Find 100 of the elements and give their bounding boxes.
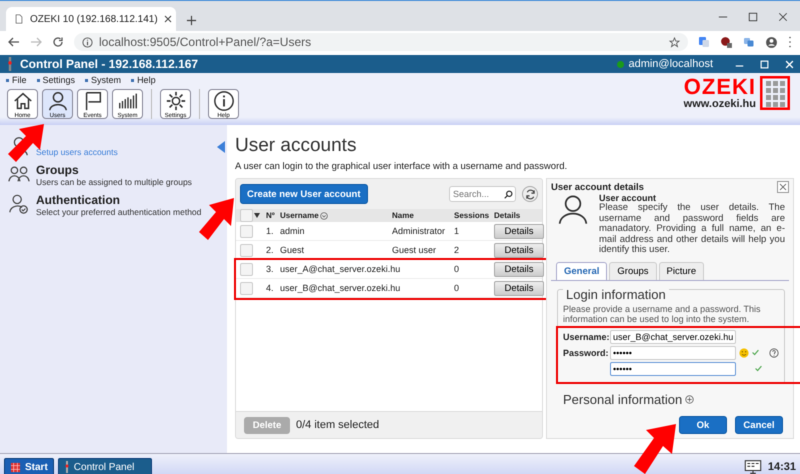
search-field[interactable]: Search... [449,186,516,202]
app-icon [6,57,14,71]
close-button[interactable] [777,181,789,193]
profile-icon [765,36,778,48]
translate-icon [698,36,710,48]
section-heading[interactable]: Personal information [563,392,682,406]
user-icon [46,90,68,112]
sort-icon [320,212,328,220]
table-cell-text: admin [280,226,306,236]
details-button[interactable]: Details [494,280,544,296]
expand-icon [685,394,694,404]
window-title: Control Panel - 192.168.112.167 [20,57,198,71]
info-icon [212,90,234,112]
back-icon [8,36,20,48]
table-cell-text: user_A@chat_server.ozeki.hu [280,264,402,274]
smiley-icon [739,348,749,358]
user-check-icon [8,193,30,215]
close-icon [785,60,794,68]
table-cell-text: Administrator [392,226,446,236]
browser-tab[interactable]: OZEKI 10 (192.168.112.141) [6,7,176,31]
sidebar-description: Users can be assigned to multiple groups [36,177,192,187]
minimize-icon [735,65,744,67]
menu-item[interactable]: Help [137,75,156,85]
logo-text: OZEKI [684,76,756,98]
pointer-arrow [199,198,234,240]
sidebar-item[interactable]: Groups [36,163,79,177]
username-field[interactable]: user_B@chat_server.ozeki.hu [610,330,736,344]
table-cell-text: 4. [266,283,275,293]
table-cell-text: 2 [454,245,460,255]
details-button[interactable]: Details [494,224,544,238]
cancel-button[interactable]: Cancel [735,416,783,434]
close-icon [778,12,788,22]
extension-icon [743,36,755,48]
keypad-icon [10,462,21,472]
close-icon [164,15,172,23]
forward-icon [30,36,42,48]
sidebar-item[interactable]: Authentication [36,193,120,207]
table-cell-text: Guest [280,245,306,255]
selection-count: 0/4 item selected [296,419,380,431]
extension-icon [720,36,733,48]
field-label: Username: [563,332,607,342]
new-tab-icon [186,15,197,26]
select-all-checkbox[interactable] [240,209,253,222]
table-cell-text: 0 [454,283,460,293]
status-dot [617,60,624,68]
dropdown-icon [254,212,260,218]
tab[interactable]: Picture [658,262,704,280]
sidebar-description: Select your preferred authentication method [36,207,202,217]
password-field[interactable]: •••••• [610,346,736,360]
table-cell-text: 0 [454,264,460,274]
details-button[interactable]: Details [494,262,544,276]
bullet-icon [85,78,88,82]
section-text: Please specify the user details. The username and password fields are manadatory. Providing a full name, an e-mail address and other details will help you identify this user. [599,203,785,256]
close-icon [779,183,787,191]
refresh-icon [524,188,536,200]
column-header[interactable]: Username [280,211,319,220]
more-icon [788,36,792,48]
create-account-button[interactable]: Create new User account [240,184,368,204]
tab[interactable]: General [556,262,608,280]
refresh-button[interactable] [522,186,538,202]
sidebar-description: Setup users accounts [36,147,118,157]
reload-icon [52,36,64,48]
row-checkbox[interactable] [240,262,253,276]
check-icon [752,349,759,356]
monitor-icon [744,460,762,474]
tab[interactable]: Groups [609,262,657,280]
user-icon [557,193,589,225]
confirm-password-field[interactable]: •••••• [610,362,736,376]
bullet-icon [36,78,40,82]
ok-button[interactable]: Ok [679,416,727,434]
pointer-arrow [634,424,676,474]
panel-title: User account details [551,182,644,192]
search-icon [504,190,513,199]
column-header: Sessions [454,211,490,220]
row-checkbox[interactable] [240,244,253,256]
keypad-icon [760,76,790,110]
taskbar-window[interactable]: Control Panel [58,458,152,474]
start-button[interactable]: Start [4,458,54,474]
column-header: Nº [266,211,276,220]
address-bar[interactable]: localhost:9505/Control+Panel/?a=Users [74,33,688,51]
row-checkbox[interactable] [240,282,253,294]
help-icon [769,348,779,358]
menu-item[interactable]: Settings [42,75,76,85]
bullet-icon [6,78,9,82]
user-name: admin@localhost [628,58,713,70]
minimize-icon [718,16,728,18]
clock: 14:31 [768,461,796,473]
menu-item[interactable]: System [91,75,122,85]
collapse-icon [217,141,225,153]
maximize-icon [760,60,769,68]
hint-text: Please provide a username and a password. This information can be used to log into the system. [563,304,762,324]
details-button[interactable]: Details [494,242,544,258]
column-header: Name [392,211,415,220]
table-cell-text: 3. [266,264,275,274]
maximize-icon [748,12,758,22]
table-cell-text: Guest user [392,245,438,255]
row-checkbox[interactable] [240,224,253,238]
field-label: Password: [563,348,607,358]
star-icon [669,36,680,48]
menu-item[interactable]: File [12,75,27,85]
